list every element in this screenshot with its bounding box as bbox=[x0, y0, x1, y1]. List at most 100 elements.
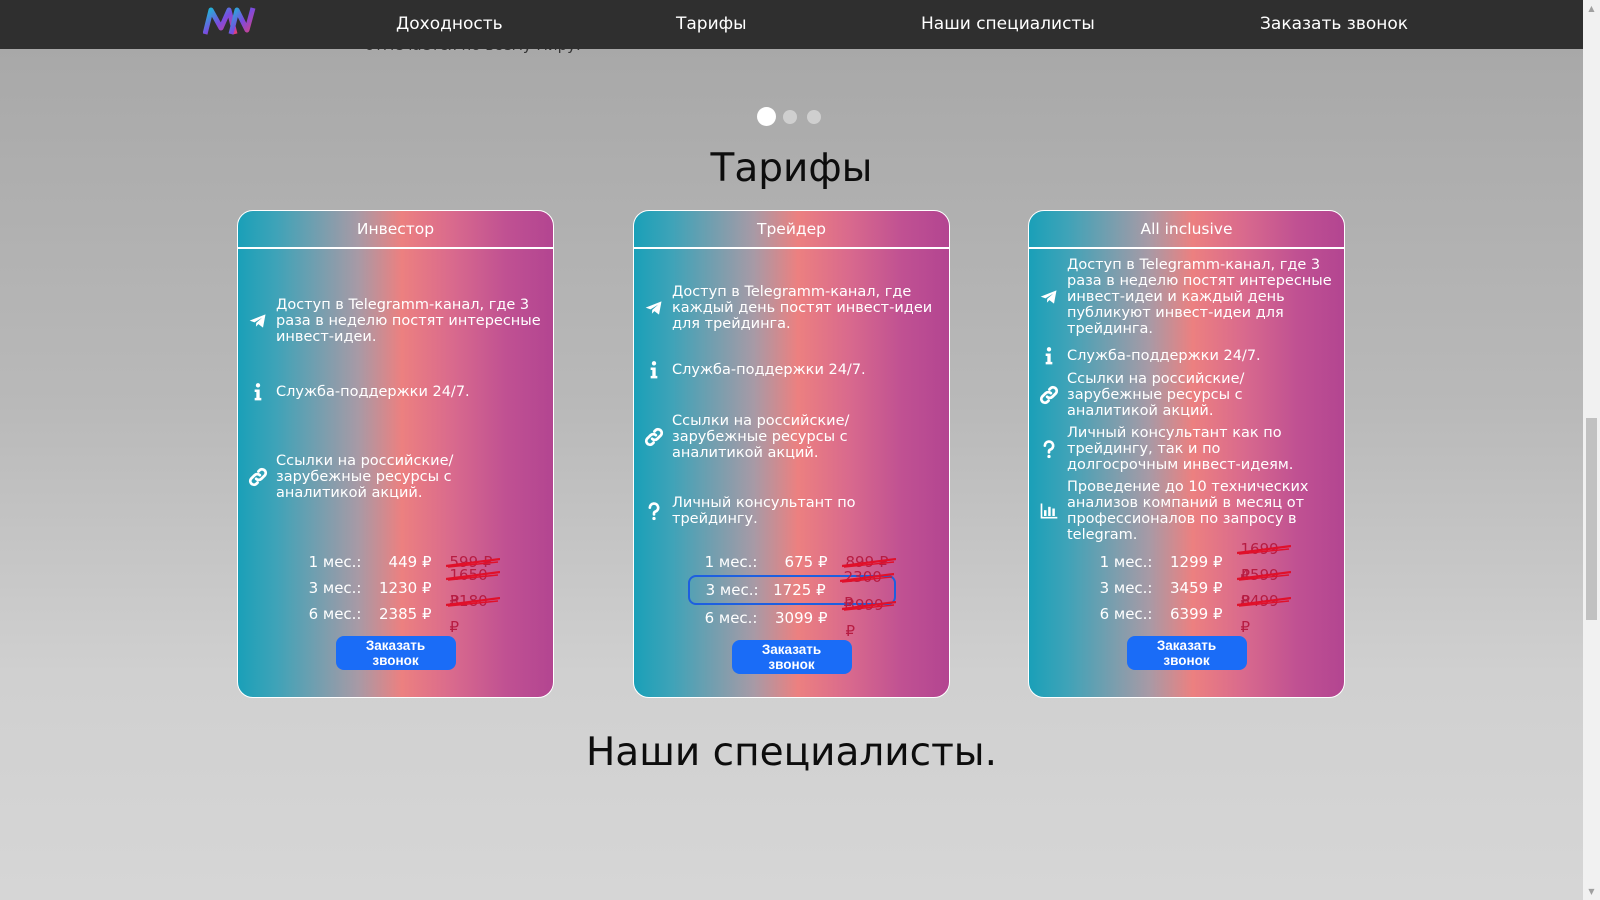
price-old: 3180 ₽ bbox=[432, 588, 502, 640]
price-current: 1230 ₽ bbox=[379, 579, 432, 597]
feature-text: Проведение до 10 технических анализов ко… bbox=[1067, 479, 1309, 543]
price-row: 6 мес.: 2385 ₽ 3180 ₽ bbox=[238, 592, 553, 636]
price-current: 675 ₽ bbox=[784, 553, 828, 571]
strikethrough-mark bbox=[1236, 597, 1291, 607]
info-icon bbox=[642, 359, 666, 381]
feature-item: Личный консультант как по трейдингу, так… bbox=[1037, 425, 1334, 473]
feature-item: Доступ в Telegramm-канал, где 3 раза в н… bbox=[1037, 257, 1334, 337]
price-period: 1 мес.: bbox=[1099, 553, 1153, 571]
link-icon bbox=[1037, 384, 1061, 406]
price-period: 3 мес.: bbox=[705, 581, 759, 599]
logo-icon bbox=[202, 7, 256, 35]
price-period: 6 мес.: bbox=[704, 609, 758, 627]
price-row: 1 мес.: 449 ₽ 599 ₽ bbox=[238, 549, 553, 575]
feature-item: Служба-поддержки 24/7. bbox=[246, 381, 543, 403]
feature-item: Доступ в Telegramm-канал, где 3 раза в н… bbox=[246, 297, 543, 345]
price-row: 3 мес.: 3459 ₽ 4599 ₽ bbox=[1029, 566, 1344, 610]
card-title: All inclusive bbox=[1029, 211, 1344, 249]
strikethrough-mark bbox=[1236, 545, 1291, 555]
nav-link-order-call[interactable]: Заказать звонок bbox=[1260, 0, 1408, 49]
nav-link-tariffs[interactable]: Тарифы bbox=[676, 0, 747, 49]
feature-text: Ссылки на российские/ зарубежные ресурсы… bbox=[276, 453, 454, 501]
price-current: 3099 ₽ bbox=[775, 609, 828, 627]
tariff-card-all-inclusive: All inclusive Доступ в Telegramm-канал, … bbox=[1028, 210, 1345, 698]
feature-item: Ссылки на российские/ зарубежные ресурсы… bbox=[1037, 371, 1334, 419]
slider-dot-2[interactable] bbox=[783, 110, 797, 124]
card-title: Трейдер bbox=[634, 211, 949, 249]
price-list: 1 мес.: 449 ₽ 599 ₽ 3 мес.: 1230 ₽ 1650 … bbox=[238, 549, 553, 636]
price-period: 6 мес.: bbox=[1099, 605, 1153, 623]
price-list: 1 мес.: 675 ₽ 899 ₽ 3 мес.: 1725 ₽ 2300 … bbox=[634, 549, 949, 640]
top-navbar: Доходность Тарифы Наши специалисты Заказ… bbox=[0, 0, 1583, 49]
feature-text: Ссылки на российские/ зарубежные ресурсы… bbox=[1067, 371, 1245, 419]
price-current: 6399 ₽ bbox=[1170, 605, 1223, 623]
tariff-card-investor: Инвестор Доступ в Telegramm-канал, где 3… bbox=[237, 210, 554, 698]
strikethrough-mark bbox=[841, 601, 896, 611]
feature-item: Личный консультант по трейдингу. bbox=[642, 495, 939, 527]
feature-text: Доступ в Telegramm-канал, где 3 раза в н… bbox=[1067, 257, 1332, 337]
slider-dot-1[interactable] bbox=[757, 107, 776, 126]
strikethrough-mark bbox=[1236, 571, 1291, 581]
tariffs-title: Тарифы bbox=[710, 146, 873, 191]
feature-item: Доступ в Telegramm-канал, где каждый ден… bbox=[642, 284, 939, 332]
price-current: 449 ₽ bbox=[388, 553, 432, 571]
telegram-icon bbox=[642, 298, 666, 318]
specialists-title: Наши специалисты. bbox=[585, 730, 997, 775]
price-row: 3 мес.: 1230 ₽ 1650 ₽ bbox=[238, 566, 553, 610]
card-title: Инвестор bbox=[238, 211, 553, 249]
feature-text: Доступ в Telegramm-канал, где каждый ден… bbox=[672, 284, 933, 332]
order-call-button[interactable]: Заказать звонок bbox=[335, 636, 456, 670]
question-icon bbox=[1037, 438, 1061, 460]
price-row: 6 мес.: 6399 ₽ 8499 ₽ bbox=[1029, 592, 1344, 636]
price-current: 3459 ₽ bbox=[1170, 579, 1223, 597]
scroll-down-arrow-icon[interactable]: ▼ bbox=[1583, 883, 1600, 900]
order-call-button[interactable]: Заказать звонок bbox=[731, 640, 852, 674]
chart-icon bbox=[1037, 501, 1061, 521]
link-icon bbox=[642, 426, 666, 448]
logo[interactable] bbox=[202, 4, 257, 38]
link-icon bbox=[246, 466, 270, 488]
feature-text: Личный консультант по трейдингу. bbox=[672, 495, 856, 527]
scroll-up-arrow-icon[interactable]: ▲ bbox=[1583, 0, 1600, 17]
telegram-icon bbox=[246, 311, 270, 331]
price-old: 8499 ₽ bbox=[1223, 588, 1293, 640]
feature-text: Доступ в Telegramm-канал, где 3 раза в н… bbox=[276, 297, 541, 345]
order-call-button[interactable]: Заказать звонок bbox=[1126, 636, 1247, 670]
price-period: 6 мес.: bbox=[308, 605, 362, 623]
scrollbar-thumb[interactable] bbox=[1586, 418, 1597, 620]
page-scrollbar[interactable]: ▲ ▼ bbox=[1583, 0, 1600, 900]
nav-link-specialists[interactable]: Наши специалисты bbox=[921, 0, 1095, 49]
feature-item: Служба-поддержки 24/7. bbox=[1037, 345, 1334, 367]
price-old: 3999 ₽ bbox=[828, 592, 898, 644]
price-row: 1 мес.: 675 ₽ 899 ₽ bbox=[634, 549, 949, 575]
price-row: 1 мес.: 1299 ₽ 1699 ₽ bbox=[1029, 540, 1344, 584]
nav-link-returns[interactable]: Доходность bbox=[396, 0, 503, 49]
price-period: 3 мес.: bbox=[308, 579, 362, 597]
strikethrough-mark bbox=[445, 571, 500, 581]
question-icon bbox=[642, 500, 666, 522]
feature-item: Проведение до 10 технических анализов ко… bbox=[1037, 479, 1334, 543]
price-row: 6 мес.: 3099 ₽ 3999 ₽ bbox=[634, 596, 949, 640]
price-current: 1725 ₽ bbox=[773, 581, 826, 599]
feature-text: Ссылки на российские/ зарубежные ресурсы… bbox=[672, 413, 850, 461]
price-current: 2385 ₽ bbox=[379, 605, 432, 623]
feature-text: Служба-поддержки 24/7. bbox=[1067, 348, 1261, 364]
strikethrough-mark bbox=[445, 597, 500, 607]
info-icon bbox=[1037, 345, 1061, 367]
slider-dot-3[interactable] bbox=[807, 110, 821, 124]
feature-text: Служба-поддержки 24/7. bbox=[276, 384, 470, 400]
telegram-icon bbox=[1037, 287, 1061, 307]
feature-text: Личный консультант как по трейдингу, так… bbox=[1067, 425, 1294, 473]
feature-text: Служба-поддержки 24/7. bbox=[672, 362, 866, 378]
price-period: 1 мес.: bbox=[704, 553, 758, 571]
feature-item: Служба-поддержки 24/7. bbox=[642, 359, 939, 381]
tariff-card-trader: Трейдер Доступ в Telegramm-канал, где ка… bbox=[633, 210, 950, 698]
feature-item: Ссылки на российские/ зарубежные ресурсы… bbox=[246, 453, 543, 501]
price-current: 1299 ₽ bbox=[1170, 553, 1223, 571]
feature-item: Ссылки на российские/ зарубежные ресурсы… bbox=[642, 413, 939, 461]
price-period: 1 мес.: bbox=[308, 553, 362, 571]
price-period: 3 мес.: bbox=[1099, 579, 1153, 597]
price-list: 1 мес.: 1299 ₽ 1699 ₽ 3 мес.: 3459 ₽ 459… bbox=[1029, 540, 1344, 636]
info-icon bbox=[246, 381, 270, 403]
strikethrough-mark bbox=[839, 573, 894, 583]
